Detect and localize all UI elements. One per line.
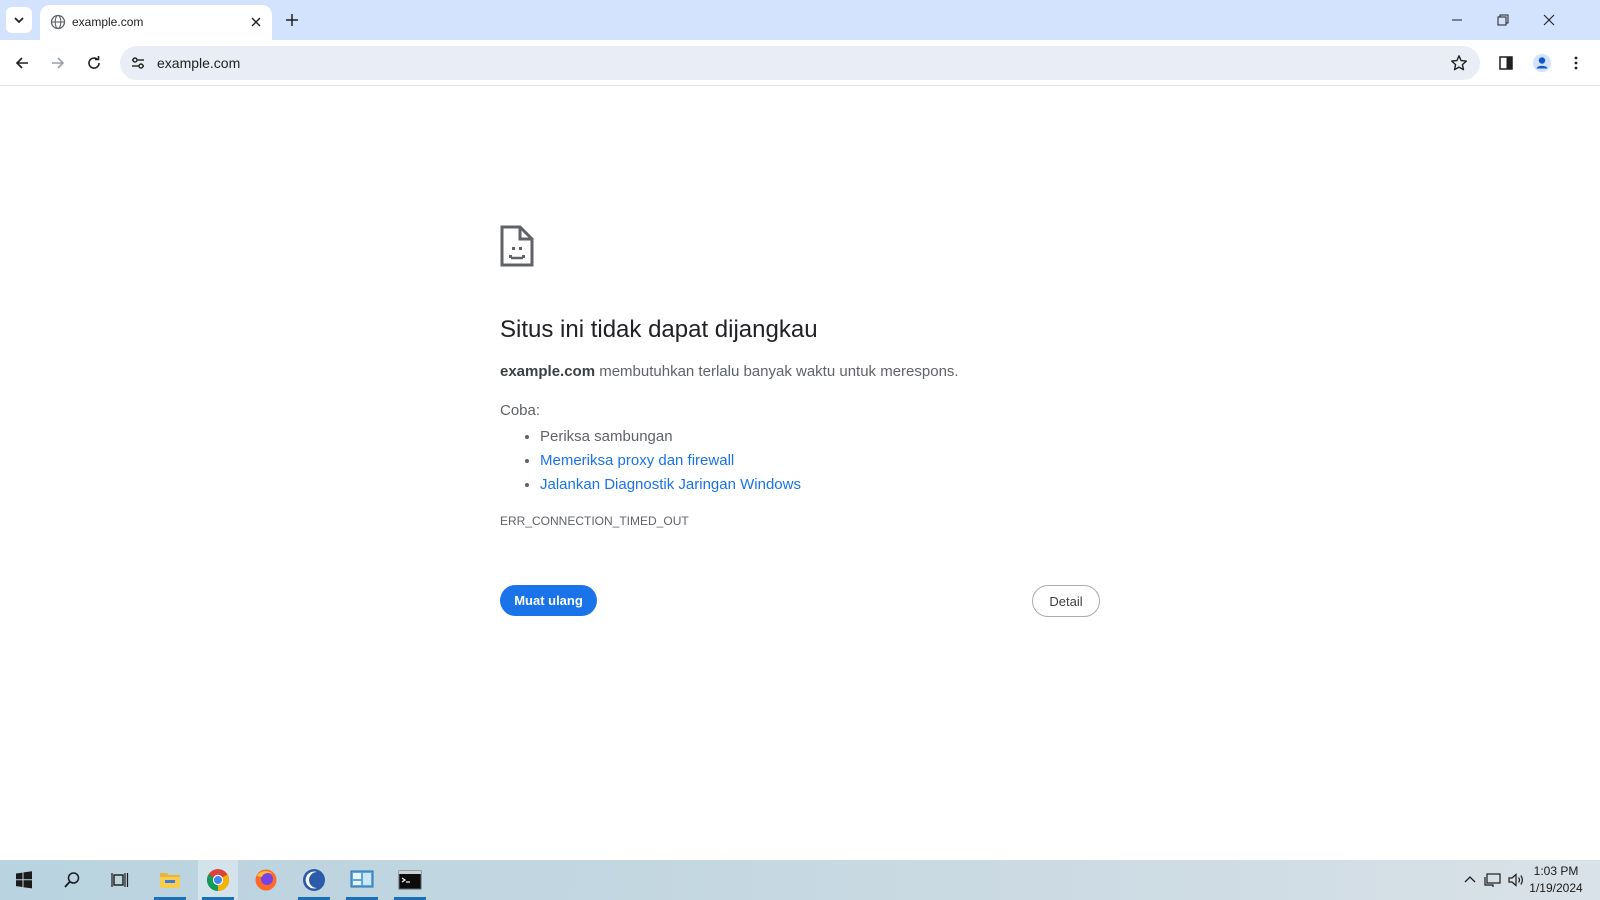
tray-overflow-button[interactable] [1460,860,1480,900]
tab-title: example.com [72,15,144,29]
error-code: ERR_CONNECTION_TIMED_OUT [500,514,689,528]
back-button[interactable] [8,49,36,77]
network-diagnostics-link[interactable]: Jalankan Diagnostik Jaringan Windows [540,476,801,493]
close-icon [1543,14,1555,26]
taskbar-control-panel[interactable] [342,860,382,900]
start-button[interactable] [4,860,44,900]
reload-button[interactable] [80,49,108,77]
firefox-icon [255,869,277,891]
side-panel-button[interactable] [1492,49,1520,77]
forward-button[interactable] [44,49,72,77]
app-crescent-icon [303,869,325,891]
browser-toolbar: example.com [0,40,1600,86]
avatar-icon [1533,54,1551,72]
tab-example[interactable]: example.com [40,5,272,40]
search-icon [64,872,80,888]
suggestions-list: Periksa sambungan Memeriksa proxy dan fi… [540,425,801,497]
menu-button[interactable] [1562,49,1590,77]
start-icon [16,871,32,889]
task-view-button[interactable] [100,860,140,900]
star-icon [1451,55,1467,71]
error-description: example.com membutuhkan terlalu banyak w… [500,363,959,380]
task-view-icon [111,873,129,887]
error-description-text: membutuhkan terlalu banyak waktu untuk m… [595,363,959,380]
taskbar-search-button[interactable] [52,860,92,900]
url-text[interactable]: example.com [157,55,240,71]
minimize-button[interactable] [1434,0,1480,40]
profile-button[interactable] [1528,49,1556,77]
taskbar-firefox[interactable] [246,860,286,900]
restore-icon [1497,14,1509,26]
globe-icon [50,14,66,30]
side-panel-icon [1499,56,1513,70]
taskbar-clock[interactable]: 1:03 PM 1/19/2024 [1520,863,1592,897]
taskbar-chrome[interactable] [198,860,238,900]
sad-page-icon [500,225,534,267]
reload-page-button[interactable]: Muat ulang [500,585,597,616]
taskbar: 1:03 PM 1/19/2024 [0,860,1600,900]
proxy-firewall-link[interactable]: Memeriksa proxy dan firewall [540,452,734,469]
taskbar-file-explorer[interactable] [150,860,190,900]
error-title: Situs ini tidak dapat dijangkau [500,316,818,343]
clock-date: 1/19/2024 [1529,881,1583,895]
address-bar[interactable]: example.com [120,46,1480,80]
tune-icon [132,57,144,69]
plus-icon [286,14,298,26]
suggestion-check-connection: Periksa sambungan [540,425,801,449]
tab-close-button[interactable] [246,12,266,32]
control-panel-icon [350,870,374,888]
new-tab-button[interactable] [281,9,303,31]
chevron-up-icon [1464,876,1476,883]
close-icon [251,17,261,27]
taskbar-terminal[interactable] [390,860,430,900]
details-button[interactable]: Detail [1032,585,1100,617]
close-window-button[interactable] [1526,0,1572,40]
minimize-icon [1452,19,1462,21]
network-icon [1484,873,1501,887]
site-info-button[interactable] [128,53,148,73]
suggestion-run-diagnostics[interactable]: Jalankan Diagnostik Jaringan Windows [540,473,801,497]
title-bar: example.com [0,0,1600,40]
file-explorer-icon [160,873,180,888]
restore-button[interactable] [1480,0,1526,40]
taskbar-app-crescent[interactable] [294,860,334,900]
arrow-right-icon [52,57,65,69]
terminal-icon [398,870,422,890]
reload-icon [88,56,100,69]
chevron-down-icon [14,17,24,24]
bookmark-button[interactable] [1448,52,1470,74]
error-host: example.com [500,363,596,380]
suggestion-check-proxy[interactable]: Memeriksa proxy dan firewall [540,449,801,473]
try-label: Coba: [500,402,541,419]
more-vert-icon [1574,56,1578,70]
tab-search-button[interactable] [6,7,32,33]
tray-network[interactable] [1482,860,1504,900]
clock-time: 1:03 PM [1533,864,1579,878]
chrome-icon [207,869,229,891]
arrow-left-icon [15,57,28,69]
